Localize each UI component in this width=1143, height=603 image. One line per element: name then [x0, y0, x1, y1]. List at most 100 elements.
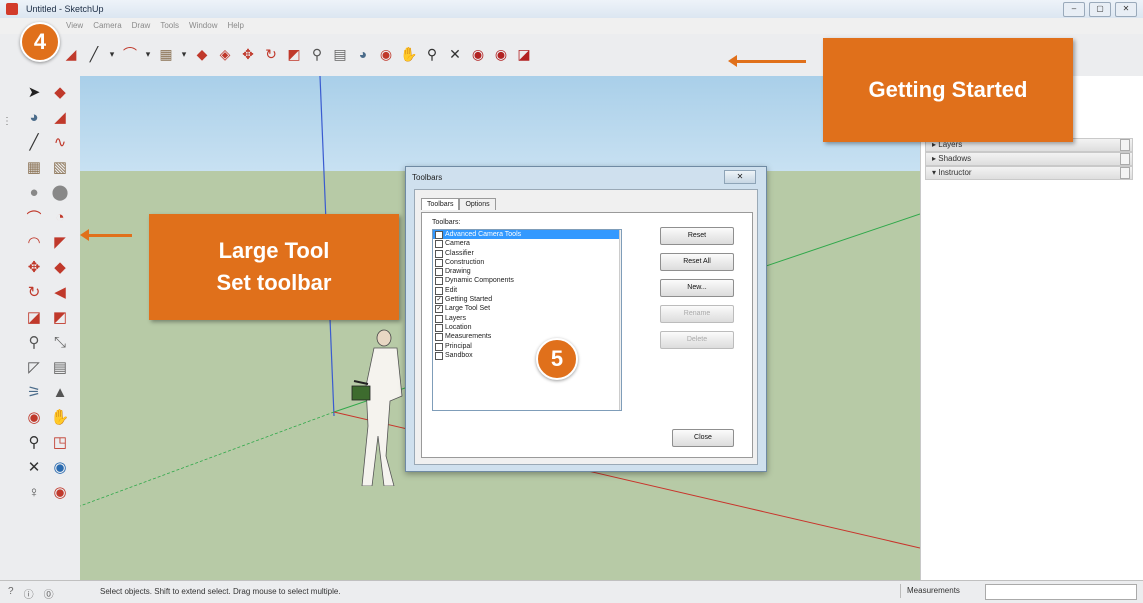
maximize-button[interactable]: ▢: [1089, 2, 1111, 17]
previous-icon[interactable]: ◉: [50, 457, 70, 477]
scale-icon[interactable]: ◪: [24, 307, 44, 327]
select-icon[interactable]: ➤: [24, 82, 44, 102]
follow-me-icon[interactable]: ◤: [50, 232, 70, 252]
components-icon[interactable]: ◉: [492, 45, 510, 63]
scale-icon[interactable]: ◩: [285, 45, 303, 63]
rotate-icon[interactable]: ↻: [262, 45, 280, 63]
menu-draw[interactable]: Draw: [132, 21, 151, 30]
credits-icon[interactable]: ⓪: [44, 586, 54, 601]
checkbox[interactable]: [435, 351, 443, 360]
checkbox[interactable]: ✓: [435, 296, 443, 305]
list-item[interactable]: ✓ Getting Started: [433, 295, 621, 305]
checkbox[interactable]: [435, 268, 443, 277]
tab-toolbars[interactable]: Toolbars: [421, 198, 460, 210]
follow-me-icon[interactable]: ◈: [216, 45, 234, 63]
rectangle-icon[interactable]: ▦: [24, 157, 44, 177]
push-pull-icon[interactable]: ◆: [50, 257, 70, 277]
text-icon[interactable]: ▤: [50, 357, 70, 377]
extension-icon[interactable]: ◪: [515, 45, 533, 63]
zoom-extents-icon[interactable]: ✕: [24, 457, 44, 477]
checkbox[interactable]: [435, 314, 443, 323]
freehand-icon[interactable]: ∿: [50, 132, 70, 152]
dropdown-icon[interactable]: ▾: [108, 45, 116, 63]
tab-options[interactable]: Options: [459, 198, 496, 210]
checkbox[interactable]: [435, 258, 443, 267]
list-item[interactable]: Camera: [433, 239, 621, 249]
polygon-icon[interactable]: ⬤: [50, 182, 70, 202]
eraser-icon[interactable]: ◢: [50, 107, 70, 127]
list-item[interactable]: Layers: [433, 314, 621, 323]
offset-icon[interactable]: ◀: [50, 282, 70, 302]
menu-tools[interactable]: Tools: [160, 21, 179, 30]
menu-window[interactable]: Window: [189, 21, 217, 30]
list-item[interactable]: Drawing: [433, 267, 621, 277]
tape-icon[interactable]: ⚲: [24, 332, 44, 352]
push-pull-icon[interactable]: ◆: [193, 45, 211, 63]
list-item[interactable]: Edit: [433, 286, 621, 295]
checkbox[interactable]: [435, 231, 443, 239]
zoom-icon[interactable]: ⚲: [423, 45, 441, 63]
tray-pin-icon[interactable]: [1120, 167, 1130, 179]
move-icon[interactable]: ✥: [239, 45, 257, 63]
tray-row-instructor[interactable]: ▾ Instructor: [925, 166, 1133, 180]
warehouse-icon[interactable]: ◉: [469, 45, 487, 63]
rotate-icon[interactable]: ↻: [24, 282, 44, 302]
list-item[interactable]: ✓ Large Tool Set: [433, 304, 621, 314]
help-icon[interactable]: ?: [8, 586, 14, 601]
pie-icon[interactable]: ◔: [50, 207, 70, 227]
tape-icon[interactable]: ⚲: [308, 45, 326, 63]
arc-2-icon[interactable]: ◠: [24, 232, 44, 252]
3d-text-icon[interactable]: ▲: [50, 382, 70, 402]
tray-row-shadows[interactable]: ▸ Shadows: [925, 152, 1133, 166]
look-around-icon[interactable]: ◉: [50, 482, 70, 502]
text-icon[interactable]: ▤: [331, 45, 349, 63]
tray-pin-icon[interactable]: [1120, 153, 1130, 165]
list-item[interactable]: Dynamic Components: [433, 276, 621, 286]
pan-icon[interactable]: ✋: [400, 45, 418, 63]
pencil-icon[interactable]: ╱: [85, 45, 103, 63]
arc-icon[interactable]: ⌒: [24, 207, 44, 227]
reset-all-button[interactable]: Reset All: [660, 253, 734, 271]
paint-icon[interactable]: ◕: [354, 45, 372, 63]
list-item[interactable]: Advanced Camera Tools: [433, 230, 621, 240]
checkbox[interactable]: [435, 277, 443, 286]
list-item[interactable]: Classifier: [433, 249, 621, 258]
circle-icon[interactable]: ●: [24, 182, 44, 202]
minimize-button[interactable]: –: [1063, 2, 1085, 17]
dialog-close-icon[interactable]: ✕: [724, 170, 756, 184]
close-button[interactable]: Close: [672, 429, 734, 447]
axes-icon[interactable]: ⚞: [24, 382, 44, 402]
checkbox[interactable]: ✓: [435, 305, 443, 314]
checkbox[interactable]: [435, 240, 443, 249]
scroll-thumb[interactable]: [621, 244, 622, 306]
close-window-button[interactable]: ✕: [1115, 2, 1137, 17]
zoom-icon[interactable]: ⚲: [24, 432, 44, 452]
list-item[interactable]: Construction: [433, 258, 621, 267]
checkbox[interactable]: [435, 323, 443, 332]
checkbox[interactable]: [435, 342, 443, 351]
walk-icon[interactable]: ♀: [24, 482, 44, 502]
move-icon[interactable]: ✥: [24, 257, 44, 277]
info-icon[interactable]: ⓘ: [24, 586, 34, 601]
rectangle-icon[interactable]: ▦: [157, 45, 175, 63]
reset-button[interactable]: Reset: [660, 227, 734, 245]
checkbox[interactable]: [435, 286, 443, 295]
dropdown-icon[interactable]: ▾: [180, 45, 188, 63]
dimension-icon[interactable]: ⤡: [50, 332, 70, 352]
list-item[interactable]: Sandbox: [433, 351, 621, 360]
rotated-rectangle-icon[interactable]: ▧: [50, 157, 70, 177]
dropdown-icon[interactable]: ▾: [144, 45, 152, 63]
measurements-input[interactable]: [985, 584, 1137, 600]
follow-icon[interactable]: ◩: [50, 307, 70, 327]
component-icon[interactable]: ◆: [50, 82, 70, 102]
menu-view[interactable]: View: [66, 21, 83, 30]
pan-icon[interactable]: ✋: [50, 407, 70, 427]
zoom-window-icon[interactable]: ◳: [50, 432, 70, 452]
menu-camera[interactable]: Camera: [93, 21, 121, 30]
menu-help[interactable]: Help: [227, 21, 243, 30]
paint-bucket-icon[interactable]: ◕: [24, 107, 44, 127]
zoom-extents-icon[interactable]: ✕: [446, 45, 464, 63]
list-item[interactable]: Measurements: [433, 332, 621, 342]
list-item[interactable]: Location: [433, 323, 621, 332]
toolbar-grip[interactable]: ⋮: [2, 116, 12, 127]
